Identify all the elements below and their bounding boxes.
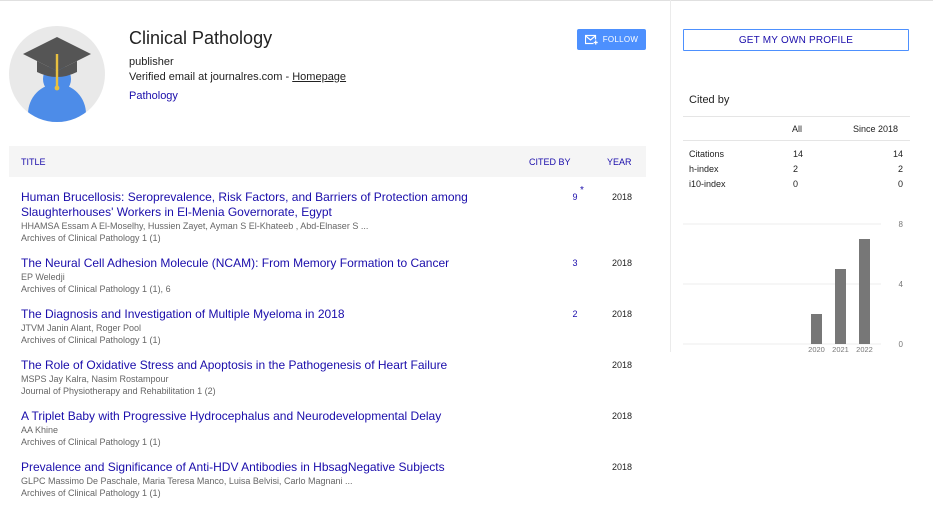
article-venue: Archives of Clinical Pathology 1 (1) [21,437,161,447]
profile-verified-email: Verified email at journalres.com - Homep… [129,71,346,83]
graduation-cap-icon [23,37,91,91]
article-year: 2018 [612,462,633,472]
article-venue: Archives of Clinical Pathology 1 (1) [21,233,161,243]
cited-by-divider [683,116,910,117]
article-year: 2018 [612,309,633,319]
article-title-link[interactable]: Prevalence and Significance of Anti-HDV … [21,460,491,475]
metric-since: 2 [897,164,903,174]
merged-citation-star[interactable]: * [580,185,584,196]
chart-bar-2020[interactable] [811,314,822,344]
cited-by-heading: Cited by [689,94,730,106]
chart-x-tick-label: 2022 [856,345,873,354]
profile-name: Clinical Pathology [129,28,273,48]
chart-bar-2022[interactable] [859,239,870,344]
article-title-link[interactable]: The Neural Cell Adhesion Molecule (NCAM)… [21,256,491,271]
articles-table-header: TITLE CITED BY YEAR [9,146,646,177]
article-authors: JTVM Janin Alant, Roger Pool [21,323,142,333]
profile-affiliation: publisher [129,56,174,68]
interest-link-pathology[interactable]: Pathology [129,90,178,102]
profile-avatar [9,26,105,122]
article-venue: Archives of Clinical Pathology 1 (1), 6 [21,284,171,294]
cited-by-count[interactable]: 3 [569,258,581,268]
sidebar-divider [670,0,671,352]
article-venue: Journal of Physiotherapy and Rehabilitat… [21,386,216,396]
citations-per-year-chart: 0 4 8 2020 2021 2022 [683,220,904,354]
chart-y-tick-label: 8 [899,220,904,229]
metric-all: 2 [793,164,799,174]
sort-by-year[interactable]: YEAR [607,157,632,167]
article-year: 2018 [612,360,633,370]
cited-by-count[interactable]: 2 [569,309,581,319]
follow-label: FOLLOW [602,35,639,44]
metrics-col-since: Since 2018 [853,124,899,134]
top-divider [0,0,933,3]
article-venue: Archives of Clinical Pathology 1 (1) [21,488,161,498]
article-title-link[interactable]: The Diagnosis and Investigation of Multi… [21,307,491,322]
sort-by-cited[interactable]: CITED BY [529,157,571,167]
chart-y-tick-label: 0 [899,340,904,349]
article-title-link[interactable]: A Triplet Baby with Progressive Hydrocep… [21,409,491,424]
article-authors: EP Weledji [21,272,65,282]
metric-row-h-index: h-index 2 2 [683,164,910,179]
metric-row-citations: Citations 14 14 [683,149,910,164]
metric-label[interactable]: h-index [689,164,719,174]
verified-text: Verified email at journalres.com - [129,71,293,83]
chart-y-tick-label: 4 [899,280,904,289]
article-title-link[interactable]: The Role of Oxidative Stress and Apoptos… [21,358,491,373]
metric-row-i10-index: i10-index 0 0 [683,179,910,194]
article-year: 2018 [612,192,633,202]
metric-label[interactable]: Citations [689,149,724,159]
article-year: 2018 [612,411,633,421]
metrics-header-divider [683,140,910,141]
email-plus-icon [584,34,598,45]
metric-since: 14 [892,149,903,159]
chart-x-tick-label: 2020 [808,345,825,354]
article-authors: MSPS Jay Kalra, Nasim Rostampour [21,374,169,384]
article-venue: Archives of Clinical Pathology 1 (1) [21,335,161,345]
follow-button[interactable]: FOLLOW [577,29,646,50]
homepage-link[interactable]: Homepage [292,71,346,83]
get-my-own-profile-button[interactable]: GET MY OWN PROFILE [683,29,909,51]
article-authors: AA Khine [21,425,59,435]
metric-all: 14 [793,149,804,159]
metric-since: 0 [897,179,903,189]
article-authors: GLPC Massimo De Paschale, Maria Teresa M… [21,476,353,486]
article-title-link[interactable]: Human Brucellosis: Seroprevalence, Risk … [21,190,491,220]
metrics-col-all: All [792,124,803,134]
metric-all: 0 [793,179,799,189]
article-authors: HHAMSA Essam A El-Moselhy, Hussien Zayet… [21,221,369,231]
chart-x-tick-label: 2021 [832,345,849,354]
metric-label[interactable]: i10-index [689,179,726,189]
chart-bar-2021[interactable] [835,269,846,344]
sort-by-title[interactable]: TITLE [21,157,46,167]
article-year: 2018 [612,258,633,268]
